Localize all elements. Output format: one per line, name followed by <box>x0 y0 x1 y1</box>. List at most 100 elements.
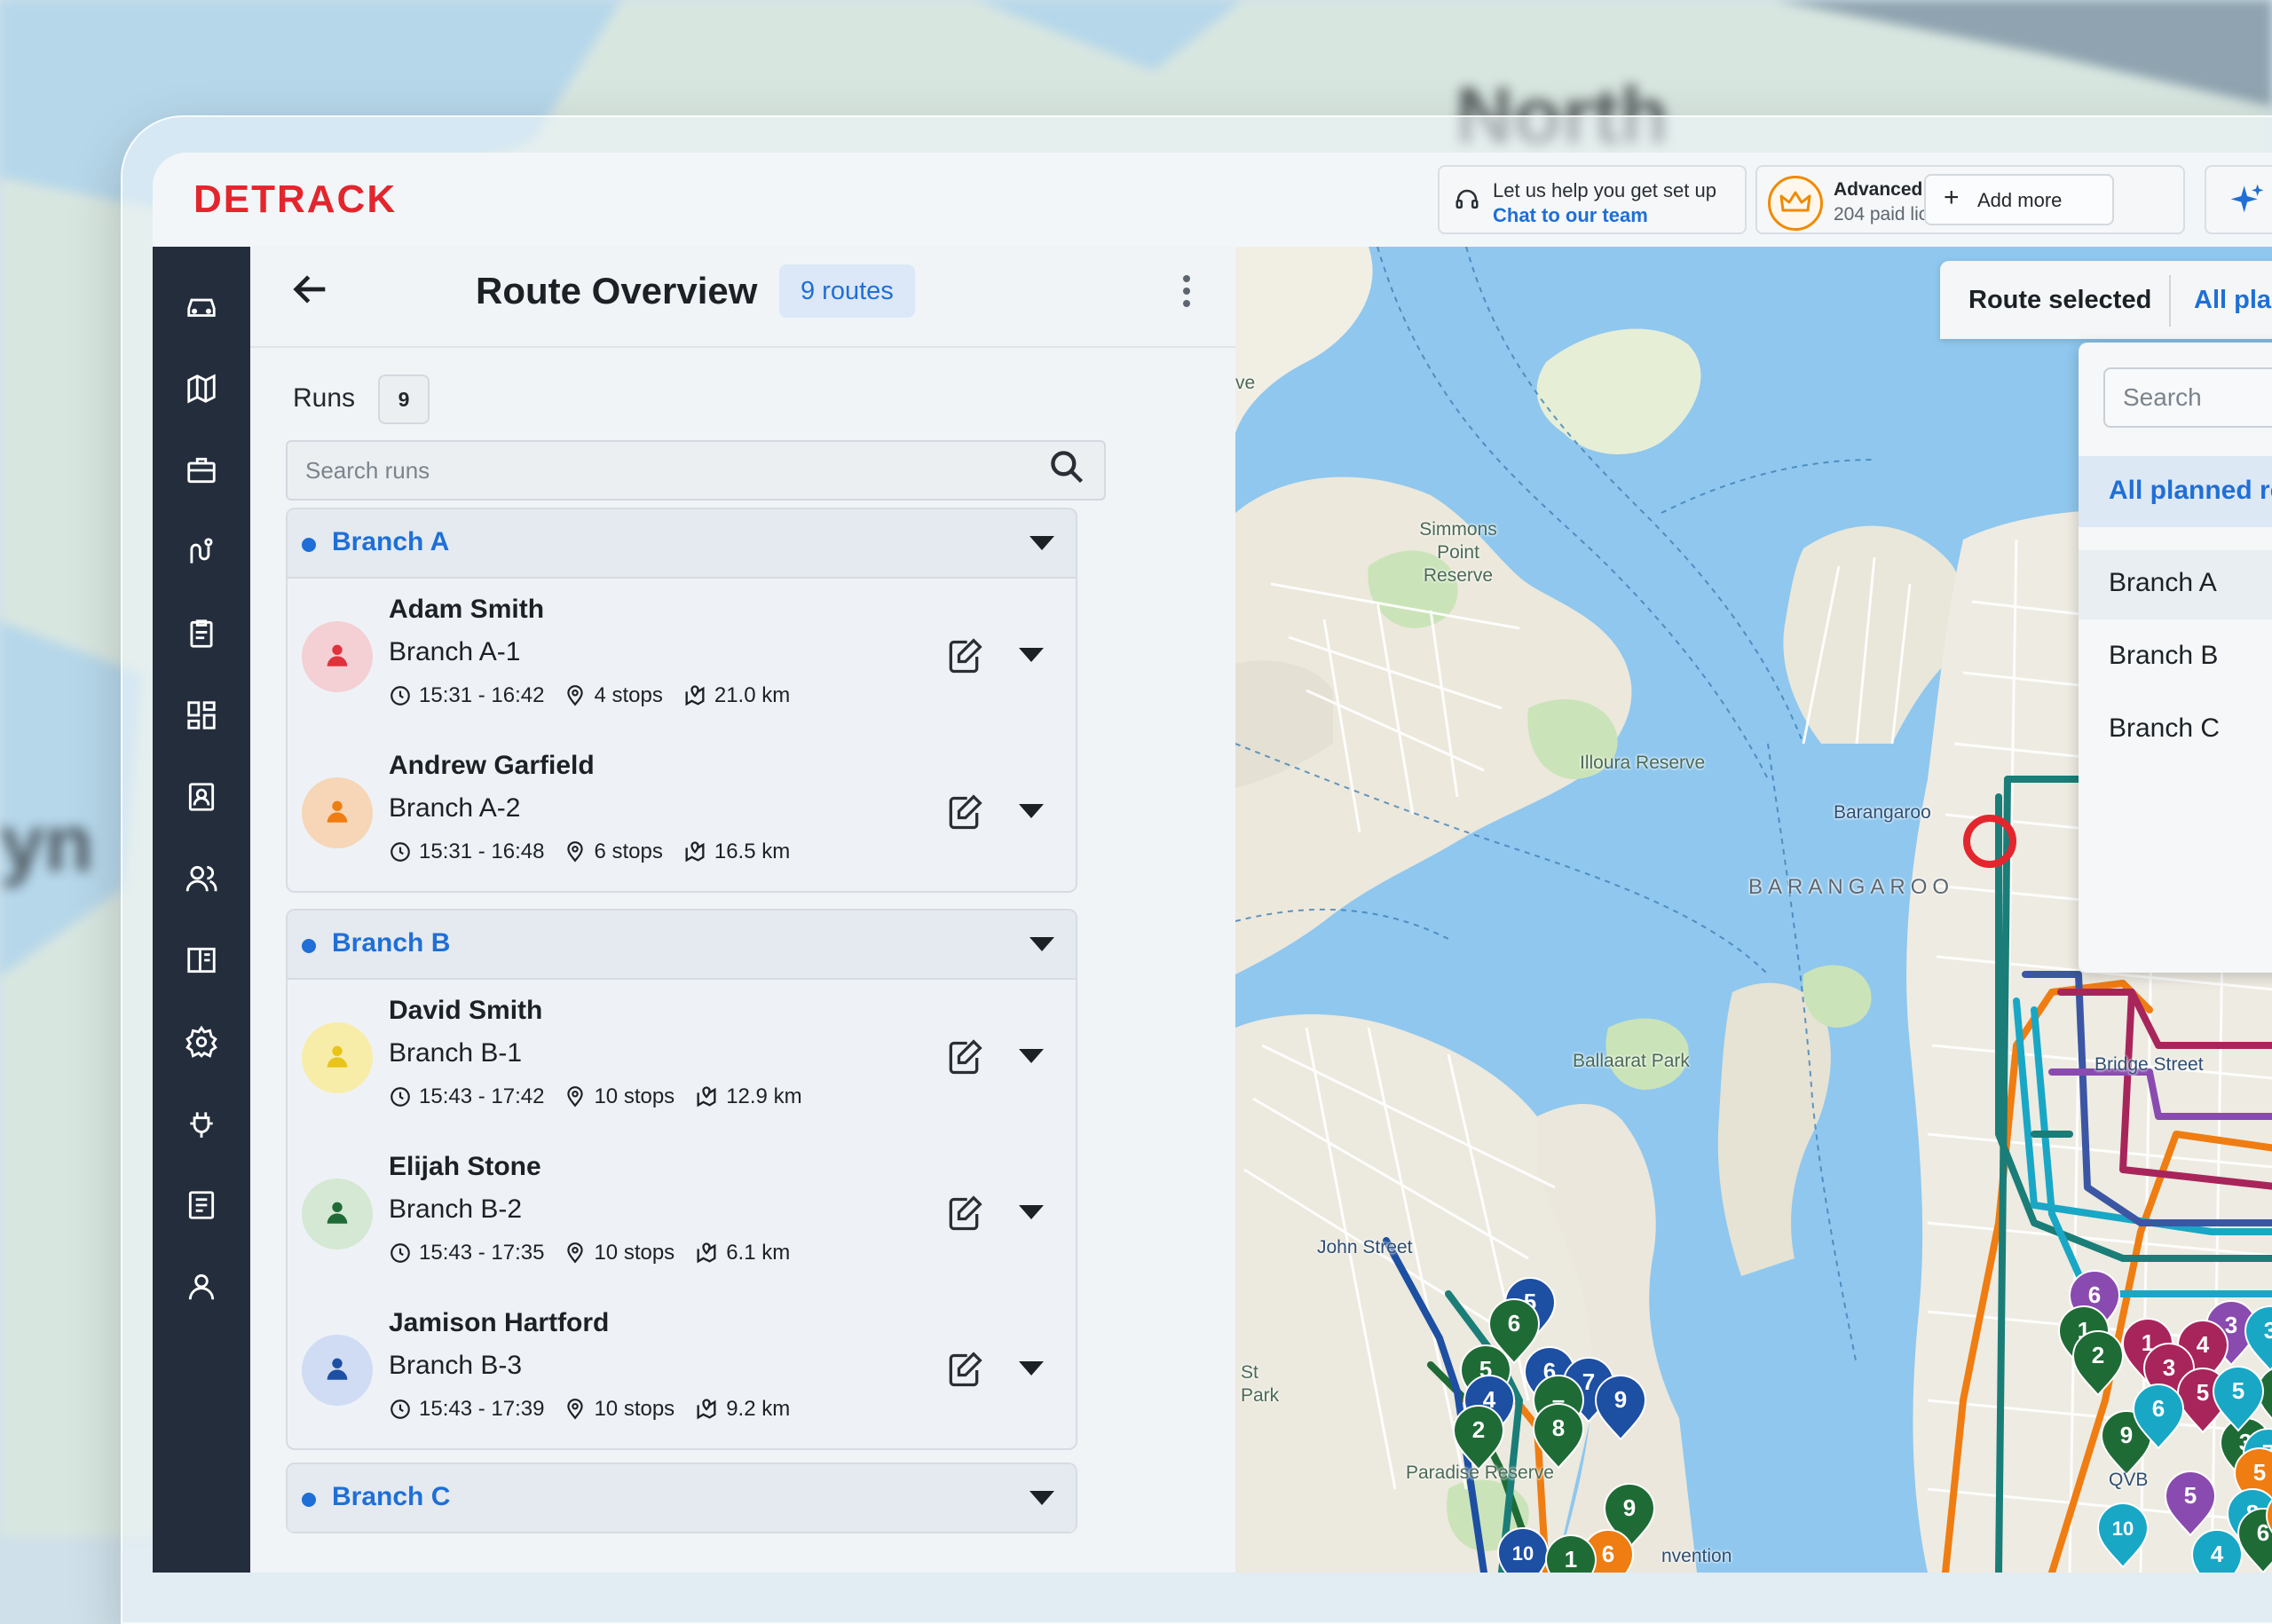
route-stop-pin[interactable]: 10 <box>1496 1527 1550 1573</box>
dropdown-option-label: Branch A <box>2109 568 2217 597</box>
edit-run-icon[interactable] <box>944 1194 983 1234</box>
users-icon[interactable] <box>177 854 226 903</box>
distance-map-icon <box>682 683 707 708</box>
search-icon[interactable] <box>1047 447 1086 491</box>
clipboard-icon[interactable] <box>177 609 226 658</box>
map-label-convention: nvention <box>1661 1546 1732 1566</box>
pin-stop-number: 5 <box>2184 1482 2197 1509</box>
chevron-down-icon[interactable] <box>1017 1360 1045 1382</box>
group-header[interactable]: Branch A <box>288 509 1076 579</box>
pin-stop-number: 4 <box>2197 1331 2210 1358</box>
dashboard-icon[interactable] <box>177 690 226 740</box>
run-time: 15:43 - 17:35 <box>419 1241 545 1265</box>
dropdown-option-all[interactable]: All planned routes <box>2079 456 2272 527</box>
route-selected-tab[interactable]: Route selected <box>1968 286 2151 315</box>
driver-name: Andrew Garfield <box>389 751 595 780</box>
pin-stop-number: 5 <box>2232 1377 2244 1404</box>
runs-label: Runs <box>293 383 356 413</box>
run-distance: 21.0 km <box>714 683 791 707</box>
distance-map-icon <box>694 1241 719 1265</box>
dropdown-option-branch-b[interactable]: Branch B <box>2079 623 2272 692</box>
run-distance: 16.5 km <box>714 840 791 863</box>
edit-run-icon[interactable] <box>944 1351 983 1390</box>
run-item[interactable]: David Smith Branch B-1 15:43 - 17:42 10 sto… <box>288 980 1076 1136</box>
dropdown-option-branch-a[interactable]: Branch A <box>2079 550 2272 619</box>
chevron-down-icon[interactable] <box>1017 1203 1045 1226</box>
edit-run-icon[interactable] <box>944 1038 983 1077</box>
list-icon[interactable] <box>177 1180 226 1230</box>
person-icon <box>322 1197 352 1232</box>
group-name: Branch B <box>332 928 451 958</box>
pin-stop-number: 6 <box>1508 1310 1520 1336</box>
driver-avatar <box>302 621 373 692</box>
group-name: Branch C <box>332 1482 451 1511</box>
run-item[interactable]: Jamison Hartford Branch B-3 15:43 - 17:39 1… <box>288 1292 1076 1448</box>
edit-run-icon[interactable] <box>944 637 983 676</box>
run-stops: 10 stops <box>594 1397 675 1421</box>
pin-stop-number: 6 <box>2152 1395 2165 1422</box>
crown-icon <box>1768 176 1823 231</box>
car-icon[interactable] <box>177 282 226 332</box>
pin-stop-number: 2 <box>2092 1342 2104 1368</box>
chevron-down-icon[interactable] <box>1028 534 1056 556</box>
contact-card-icon[interactable] <box>177 772 226 822</box>
person-icon <box>322 640 352 674</box>
run-time: 15:43 - 17:39 <box>419 1397 545 1421</box>
briefcase-icon[interactable] <box>177 445 226 495</box>
add-more-button[interactable]: + Add more <box>1924 174 2114 225</box>
clock-icon <box>389 684 412 707</box>
run-name: Branch A-1 <box>389 637 521 666</box>
chevron-down-icon[interactable] <box>1017 802 1045 824</box>
map-label-st-park: St Park <box>1241 1362 1280 1406</box>
plug-icon[interactable] <box>177 1099 226 1148</box>
edit-run-icon[interactable] <box>944 793 983 832</box>
dropdown-search-input[interactable] <box>2103 367 2272 428</box>
more-options-icon[interactable] <box>1173 272 1200 311</box>
book-icon[interactable] <box>177 935 226 985</box>
ai-assist-button[interactable] <box>2205 165 2272 234</box>
chevron-down-icon[interactable] <box>1028 935 1056 958</box>
run-item[interactable]: Elijah Stone Branch B-2 15:43 - 17:35 10 st… <box>288 1136 1076 1292</box>
person-icon <box>322 1041 352 1076</box>
chat-link[interactable]: Chat to our team <box>1493 204 1648 227</box>
group-header[interactable]: Branch B <box>288 911 1076 980</box>
clock-icon <box>389 1398 412 1421</box>
driver-name: Adam Smith <box>389 595 545 624</box>
dropdown-option-branch-c[interactable]: Branch C <box>2079 696 2272 765</box>
run-name: Branch A-2 <box>389 793 521 823</box>
settings-icon[interactable] <box>177 1017 226 1067</box>
driver-name: Elijah Stone <box>389 1152 541 1181</box>
chevron-down-icon[interactable] <box>1017 1047 1045 1069</box>
chevron-down-icon[interactable] <box>1028 1489 1056 1511</box>
run-stops: 10 stops <box>594 1084 675 1108</box>
route-stop-pin[interactable]: 4 <box>2190 1529 2244 1573</box>
run-meta: 15:43 - 17:35 10 stops 6.1 km <box>389 1241 809 1265</box>
pin-stop-number: 2 <box>1472 1416 1485 1443</box>
run-item[interactable]: Andrew Garfield Branch A-2 15:31 - 16:48 6 … <box>288 735 1076 891</box>
help-chat-box[interactable]: Let us help you get set up Chat to our t… <box>1438 165 1747 234</box>
run-stops: 6 stops <box>594 840 663 863</box>
all-planned-routes-tab[interactable]: All planned routes <box>2194 286 2272 315</box>
add-more-label: Add more <box>1977 189 2063 211</box>
chevron-down-icon[interactable] <box>1017 646 1045 668</box>
user-icon[interactable] <box>177 1262 226 1312</box>
route-icon[interactable] <box>177 527 226 577</box>
route-overview-panel: Route Overview 9 routes Runs 9 Branch A A… <box>250 247 1237 1573</box>
driver-avatar <box>302 1335 373 1406</box>
detrack-logo[interactable]: DETRACK <box>193 177 477 223</box>
map-label-illoura: Illoura Reserve <box>1580 753 1706 773</box>
search-runs-input[interactable] <box>286 440 1106 501</box>
run-stops: 10 stops <box>594 1241 675 1265</box>
routes-dropdown: All planned routes Branch A Branch B Bra… <box>2079 343 2272 973</box>
back-arrow-icon[interactable] <box>286 264 335 314</box>
group-header[interactable]: Branch C <box>288 1464 1076 1533</box>
run-time: 15:43 - 17:42 <box>419 1084 545 1108</box>
map-icon[interactable] <box>177 364 226 414</box>
run-name: Branch B-2 <box>389 1194 523 1224</box>
run-distance: 6.1 km <box>726 1241 791 1265</box>
logo-text-prefix: DETRACK <box>193 179 397 218</box>
run-name: Branch B-1 <box>389 1038 523 1068</box>
run-meta: 15:43 - 17:39 10 stops 9.2 km <box>389 1397 809 1422</box>
panel-header: Route Overview 9 routes <box>250 247 1235 348</box>
run-item[interactable]: Adam Smith Branch A-1 15:31 - 16:42 4 stops… <box>288 579 1076 735</box>
